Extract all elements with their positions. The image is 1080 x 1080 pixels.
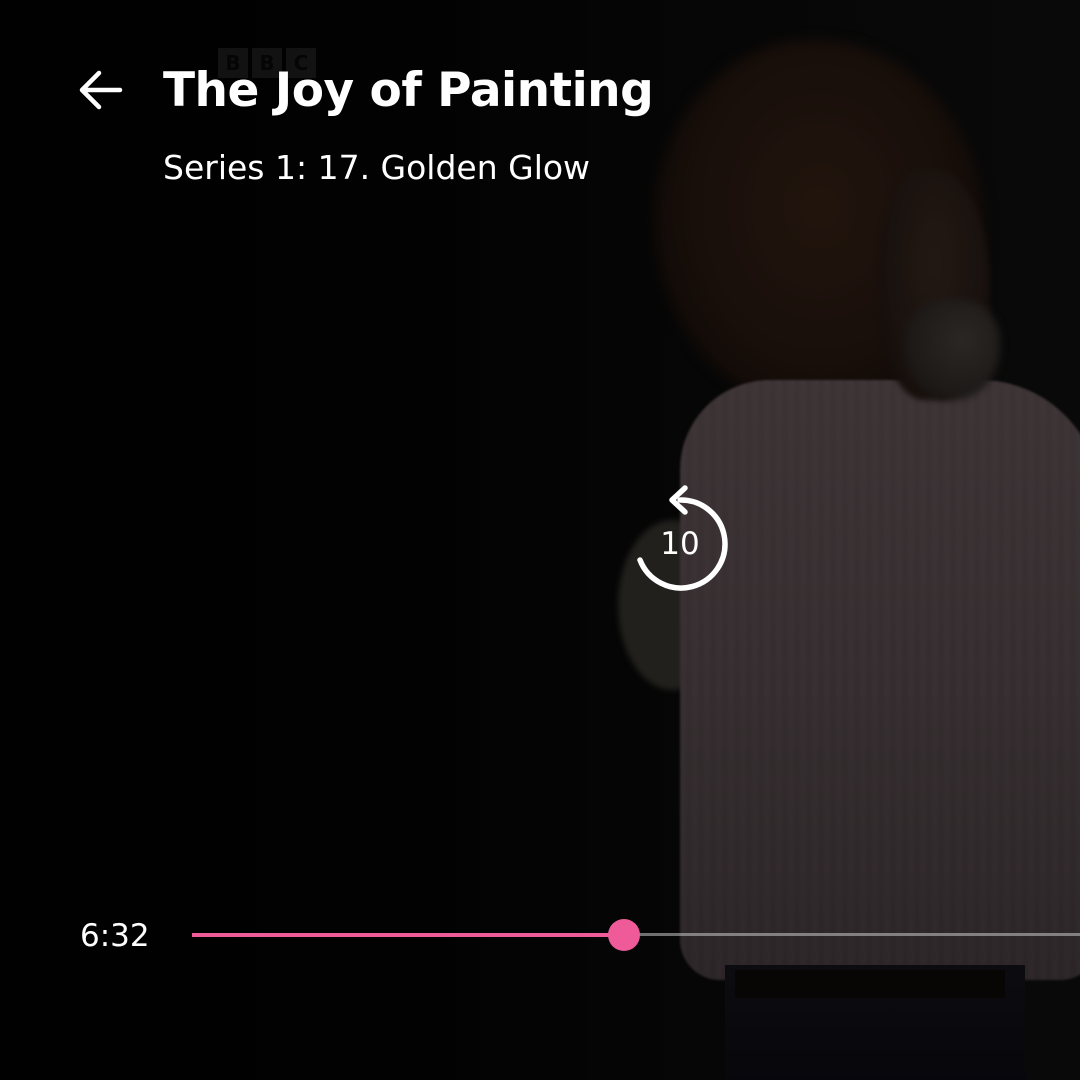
back-button[interactable] xyxy=(72,62,128,118)
programme-title: The Joy of Painting xyxy=(163,63,654,118)
video-player[interactable]: B B C The Joy of Painting Series 1: 17. … xyxy=(0,0,1080,1080)
seek-bar[interactable] xyxy=(192,912,1080,958)
elapsed-time: 6:32 xyxy=(80,918,150,954)
episode-subtitle: Series 1: 17. Golden Glow xyxy=(163,148,591,187)
rewind-10-button[interactable]: 10 xyxy=(628,482,732,598)
arrow-left-icon xyxy=(79,70,123,110)
seek-thumb[interactable] xyxy=(608,919,640,951)
seek-progress-fill xyxy=(192,933,624,937)
rewind-seconds-label: 10 xyxy=(660,526,700,562)
